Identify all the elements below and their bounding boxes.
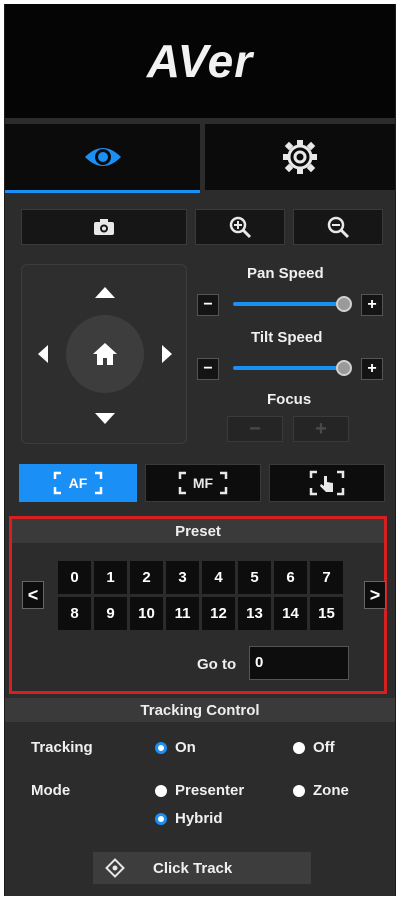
radio-selected-icon — [155, 812, 167, 825]
tilt-speed-minus-button[interactable]: − — [197, 358, 219, 380]
zoom-out-button[interactable] — [293, 209, 383, 245]
radio-unselected-icon — [293, 741, 305, 754]
preset-next-button[interactable]: > — [364, 581, 386, 609]
preset-button[interactable]: 3 — [166, 561, 199, 594]
radio-selected-icon — [155, 741, 167, 754]
touch-focus-icon — [309, 470, 345, 496]
preset-button[interactable]: 7 — [310, 561, 343, 594]
focus-label: Focus — [267, 391, 312, 408]
logo-bar: AVer — [5, 4, 395, 118]
af-icon: AF — [53, 471, 103, 495]
preset-prev-button[interactable]: < — [22, 581, 44, 609]
preset-button[interactable]: 15 — [310, 597, 343, 630]
snapshot-button[interactable] — [21, 209, 187, 245]
preset-button[interactable]: 9 — [94, 597, 127, 630]
pan-speed-knob[interactable] — [336, 296, 352, 312]
svg-text:AF: AF — [69, 475, 88, 491]
preset-button[interactable]: 10 — [130, 597, 163, 630]
preset-button[interactable]: 8 — [58, 597, 91, 630]
tilt-speed-plus-button[interactable]: + — [361, 358, 383, 380]
zoom-out-icon — [327, 216, 350, 239]
pan-speed-slider[interactable] — [233, 302, 343, 306]
click-track-icon — [105, 858, 125, 878]
tilt-speed-label: Tilt Speed — [251, 329, 323, 346]
mf-button[interactable]: MF — [145, 464, 261, 502]
mode-hybrid-label: Hybrid — [175, 810, 223, 827]
aver-logo: AVer — [146, 35, 254, 87]
tilt-speed-knob[interactable] — [336, 360, 352, 376]
home-button[interactable] — [66, 315, 144, 393]
mode-zone-label: Zone — [313, 782, 349, 799]
preset-button[interactable]: 6 — [274, 561, 307, 594]
preset-button[interactable]: 1 — [94, 561, 127, 594]
click-track-label: Click Track — [153, 859, 233, 877]
focus-minus-button[interactable]: − — [227, 416, 283, 442]
af-button[interactable]: AF — [19, 464, 137, 502]
pan-speed-plus-button[interactable]: + — [361, 294, 383, 316]
touch-focus-button[interactable] — [269, 464, 385, 502]
arrow-left-button[interactable] — [38, 345, 48, 363]
tab-bar — [5, 124, 395, 194]
tilt-speed-slider[interactable] — [233, 366, 343, 370]
focus-plus-button[interactable]: + — [293, 416, 349, 442]
mf-icon: MF — [178, 471, 228, 495]
preset-section: Preset < > 0 1 2 3 4 5 6 7 8 9 10 11 12 13 14 15 Go to … — [9, 516, 387, 694]
preset-button[interactable]: 13 — [238, 597, 271, 630]
goto-input[interactable]: 0 — [249, 646, 349, 680]
preset-title: Preset — [12, 519, 384, 543]
mode-zone-radio[interactable]: Zone — [293, 782, 349, 799]
svg-text:MF: MF — [193, 475, 214, 491]
preset-button[interactable]: 4 — [202, 561, 235, 594]
radio-unselected-icon — [155, 784, 167, 797]
tracking-on-label: On — [175, 739, 196, 756]
tracking-label: Tracking — [31, 739, 93, 756]
preset-button[interactable]: 14 — [274, 597, 307, 630]
tracking-off-label: Off — [313, 739, 335, 756]
arrow-right-button[interactable] — [162, 345, 172, 363]
preset-button[interactable]: 11 — [166, 597, 199, 630]
tracking-off-radio[interactable]: Off — [293, 739, 335, 756]
tracking-control-title: Tracking Control — [5, 698, 395, 722]
tracking-on-radio[interactable]: On — [155, 739, 196, 756]
mode-presenter-label: Presenter — [175, 782, 245, 799]
tab-settings[interactable] — [205, 124, 395, 190]
mode-hybrid-radio[interactable]: Hybrid — [155, 810, 223, 827]
click-track-button[interactable]: Click Track — [93, 852, 311, 884]
preset-button[interactable]: 12 — [202, 597, 235, 630]
camera-control-panel: AVer Pan Speed − + Tilt Speed − + Focus … — [4, 4, 396, 896]
preset-button[interactable]: 2 — [130, 561, 163, 594]
mode-presenter-radio[interactable]: Presenter — [155, 782, 244, 799]
pan-speed-label: Pan Speed — [247, 265, 324, 282]
camera-icon — [94, 219, 114, 235]
zoom-in-icon — [229, 216, 252, 239]
eye-icon — [84, 148, 121, 166]
arrow-down-button[interactable] — [95, 413, 115, 424]
radio-unselected-icon — [293, 784, 305, 797]
preset-button[interactable]: 0 — [58, 561, 91, 594]
goto-label: Go to — [197, 656, 237, 673]
tab-view[interactable] — [5, 124, 200, 193]
mode-label: Mode — [31, 782, 71, 799]
gear-icon — [283, 140, 317, 174]
zoom-in-button[interactable] — [195, 209, 285, 245]
arrow-up-button[interactable] — [95, 287, 115, 298]
pan-speed-minus-button[interactable]: − — [197, 294, 219, 316]
preset-button[interactable]: 5 — [238, 561, 271, 594]
direction-pad — [21, 264, 187, 444]
home-icon — [93, 343, 117, 365]
